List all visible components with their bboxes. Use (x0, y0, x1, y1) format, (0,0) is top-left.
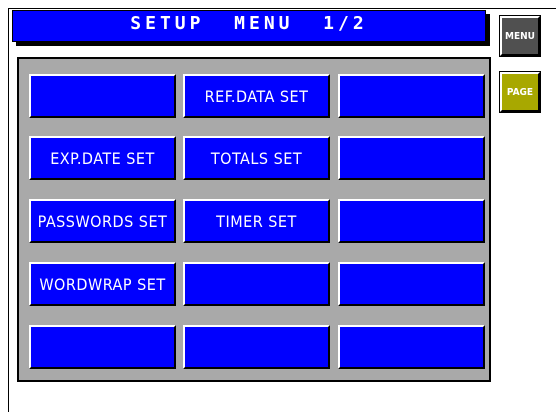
page-button[interactable]: PAGE (499, 71, 541, 113)
setup-slot-r4-c3-button[interactable] (338, 262, 485, 306)
setup-button-panel: REF.DATA SET EXP.DATE SET TOTALS SET PAS… (17, 57, 491, 382)
menu-button[interactable]: MENU (499, 15, 541, 57)
setup-slot-r5-c1-button[interactable] (29, 325, 176, 369)
ref-data-set-button[interactable]: REF.DATA SET (183, 74, 330, 118)
setup-slot-r5-c2-button[interactable] (183, 325, 330, 369)
exp-date-set-button[interactable]: EXP.DATE SET (29, 136, 176, 180)
wordwrap-set-button[interactable]: WORDWRAP SET (29, 262, 176, 306)
passwords-set-button[interactable]: PASSWORDS SET (29, 199, 176, 243)
setup-slot-r1-c3-button[interactable] (338, 74, 485, 118)
totals-set-button[interactable]: TOTALS SET (183, 136, 330, 180)
setup-slot-r3-c3-button[interactable] (338, 199, 485, 243)
timer-set-button[interactable]: TIMER SET (183, 199, 330, 243)
setup-slot-r5-c3-button[interactable] (338, 325, 485, 369)
setup-slot-r1-c1-button[interactable] (29, 74, 176, 118)
setup-slot-r2-c3-button[interactable] (338, 136, 485, 180)
setup-slot-r4-c2-button[interactable] (183, 262, 330, 306)
page-title: SETUP MENU 1/2 (12, 10, 486, 42)
